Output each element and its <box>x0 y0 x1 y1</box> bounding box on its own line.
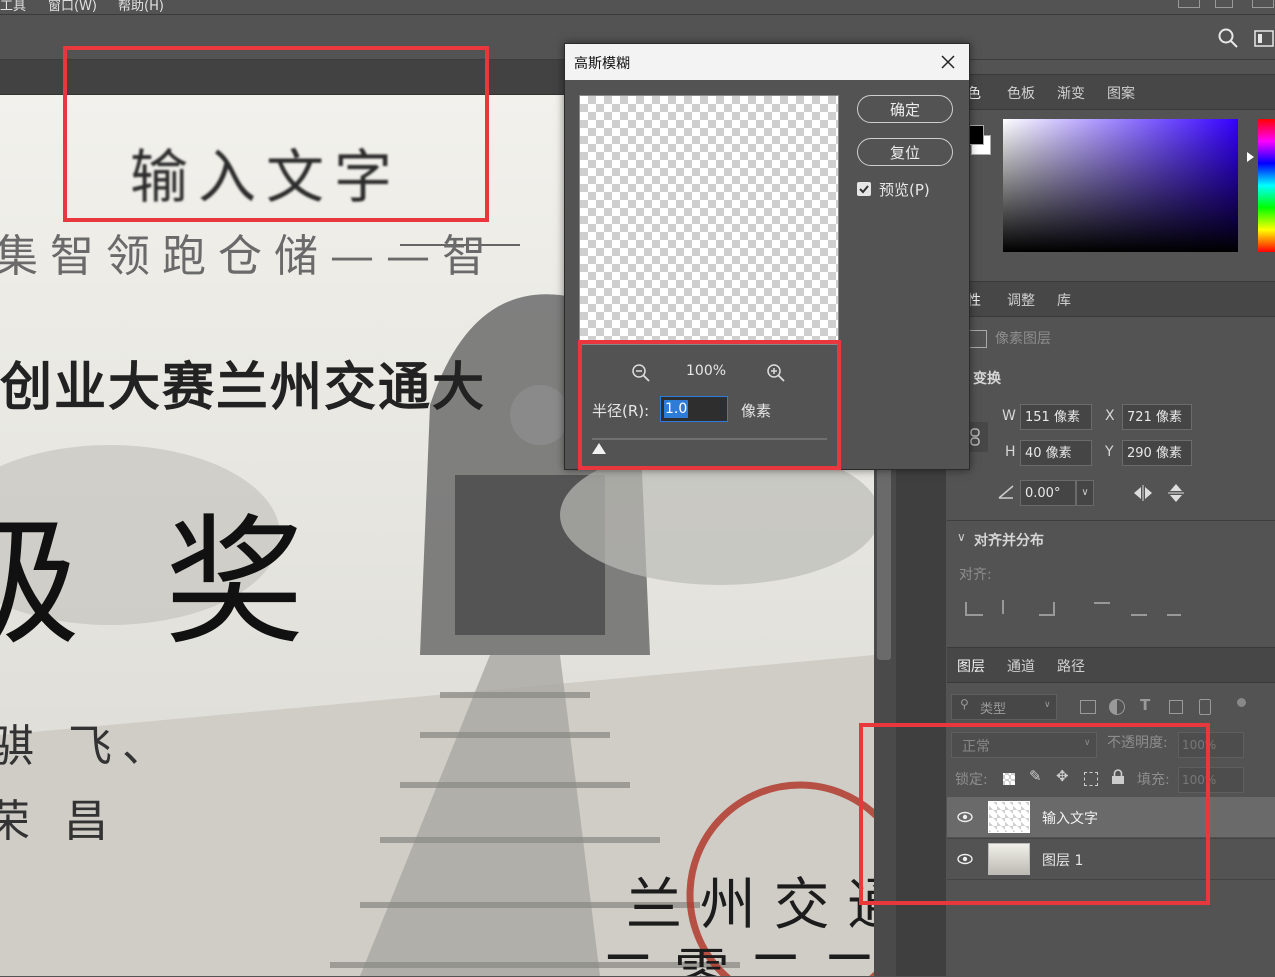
align-right-icon[interactable] <box>1039 602 1055 616</box>
canvas-text-line6: 兰 州 交 通 <box>626 873 874 938</box>
menu-bar: 工具 窗口(W) 帮助(H) <box>0 0 1275 15</box>
align-left-icon[interactable] <box>965 602 983 616</box>
filter-chevron-icon: ∨ <box>1044 700 1051 710</box>
canvas-text-line2: 创业大赛兰州交通大 <box>0 358 487 418</box>
align-hcenter-icon[interactable] <box>1002 600 1016 614</box>
divider <box>947 520 1275 521</box>
layer-filter-select[interactable]: ⚲ 类型 ∨ <box>951 694 1057 720</box>
menu-tools[interactable]: 工具 <box>0 0 26 14</box>
width-label: W <box>1002 408 1016 424</box>
y-field[interactable]: 290 像素 <box>1122 440 1192 466</box>
height-field[interactable]: 40 像素 <box>1020 440 1092 466</box>
y-label: Y <box>1105 444 1114 460</box>
align-vcenter-icon[interactable] <box>1131 604 1147 616</box>
height-label: H <box>1005 444 1016 460</box>
align-sublabel: 对齐: <box>959 567 992 583</box>
filter-shape-icon[interactable] <box>1169 700 1183 714</box>
tab-paths[interactable]: 路径 <box>1057 656 1085 676</box>
properties-panel: 性 调整 库 像素图层 变换 W 151 像素 X 721 像素 H 40 像素… <box>947 281 1275 647</box>
annotation-box-layers <box>859 723 1210 905</box>
color-panel: 色 色板 渐变 图案 <box>947 74 1275 280</box>
search-icon: ⚲ <box>960 697 969 711</box>
align-top-icon[interactable] <box>1094 602 1110 616</box>
properties-panel-tabs: 性 调整 库 <box>947 282 1275 317</box>
layer-filter-label: 类型 <box>980 702 1007 717</box>
ok-button[interactable]: 确定 <box>857 95 953 123</box>
align-collapse-chevron-icon[interactable]: ∨ <box>957 530 966 544</box>
filter-type-icon[interactable]: T <box>1140 696 1150 714</box>
annotation-box-radius <box>578 340 841 470</box>
layer-type-label: 像素图层 <box>995 331 1051 347</box>
align-bottom-icon[interactable] <box>1167 602 1181 616</box>
pixel-layer-icon <box>967 330 987 348</box>
filter-adjustment-icon[interactable] <box>1109 699 1125 715</box>
close-icon[interactable] <box>941 55 955 69</box>
flip-horizontal-icon[interactable] <box>1132 484 1154 502</box>
filter-pixel-icon[interactable] <box>1080 700 1096 714</box>
x-field[interactable]: 721 像素 <box>1122 404 1192 430</box>
workspace-icon[interactable] <box>1254 30 1274 47</box>
preview-checkbox-label: 预览(P) <box>879 181 930 199</box>
canvas-text-line3: 级 奖 <box>0 502 325 665</box>
filter-toggle-icon[interactable] <box>1237 698 1246 707</box>
tab-channels[interactable]: 通道 <box>1007 656 1035 676</box>
close-window-icon[interactable] <box>1252 0 1274 8</box>
hue-slider[interactable] <box>1258 119 1275 252</box>
annotation-box-text <box>63 46 489 222</box>
canvas-text-line1: 集智领跑仓储——智 <box>0 231 498 282</box>
menu-help[interactable]: 帮助(H) <box>118 0 164 14</box>
checkmark-icon <box>859 185 869 194</box>
preview-area[interactable] <box>579 95 839 345</box>
x-label: X <box>1105 408 1115 424</box>
tab-gradients[interactable]: 渐变 <box>1057 83 1085 103</box>
color-panel-tabs: 色 色板 渐变 图案 <box>947 75 1275 110</box>
tab-libraries[interactable]: 库 <box>1057 290 1071 310</box>
canvas-text-line7: 二 零 二 二 <box>600 943 874 976</box>
dialog-titlebar: 高斯模糊 <box>565 44 969 80</box>
preview-checkbox[interactable] <box>857 182 871 196</box>
color-field[interactable] <box>1003 119 1238 252</box>
angle-icon <box>998 485 1014 499</box>
layers-panel-tabs: 图层 通道 路径 <box>947 648 1275 683</box>
angle-dropdown-chevron-icon[interactable]: ∨ <box>1076 480 1094 506</box>
tab-layers[interactable]: 图层 <box>957 656 985 676</box>
tab-swatches[interactable]: 色板 <box>1007 83 1035 103</box>
canvas-text-line4: 骐 飞、 <box>0 721 176 772</box>
align-heading: 对齐并分布 <box>974 533 1044 549</box>
tab-patterns[interactable]: 图案 <box>1107 83 1135 103</box>
flip-vertical-icon[interactable] <box>1167 482 1185 504</box>
width-field[interactable]: 151 像素 <box>1020 404 1092 430</box>
canvas-text-line5: 荣 昌 <box>0 796 118 847</box>
hue-slider-marker-icon[interactable] <box>1247 152 1254 162</box>
menu-window[interactable]: 窗口(W) <box>48 0 97 14</box>
maximize-icon[interactable] <box>1215 0 1233 8</box>
angle-field[interactable]: 0.00° <box>1020 480 1076 506</box>
tab-adjustments[interactable]: 调整 <box>1007 290 1035 310</box>
transform-heading: 变换 <box>973 371 1001 387</box>
minimize-icon[interactable] <box>1178 0 1200 8</box>
search-icon[interactable] <box>1218 28 1238 48</box>
reset-button[interactable]: 复位 <box>857 138 953 166</box>
filter-smartobject-icon[interactable] <box>1199 699 1211 715</box>
dialog-title: 高斯模糊 <box>574 56 630 72</box>
